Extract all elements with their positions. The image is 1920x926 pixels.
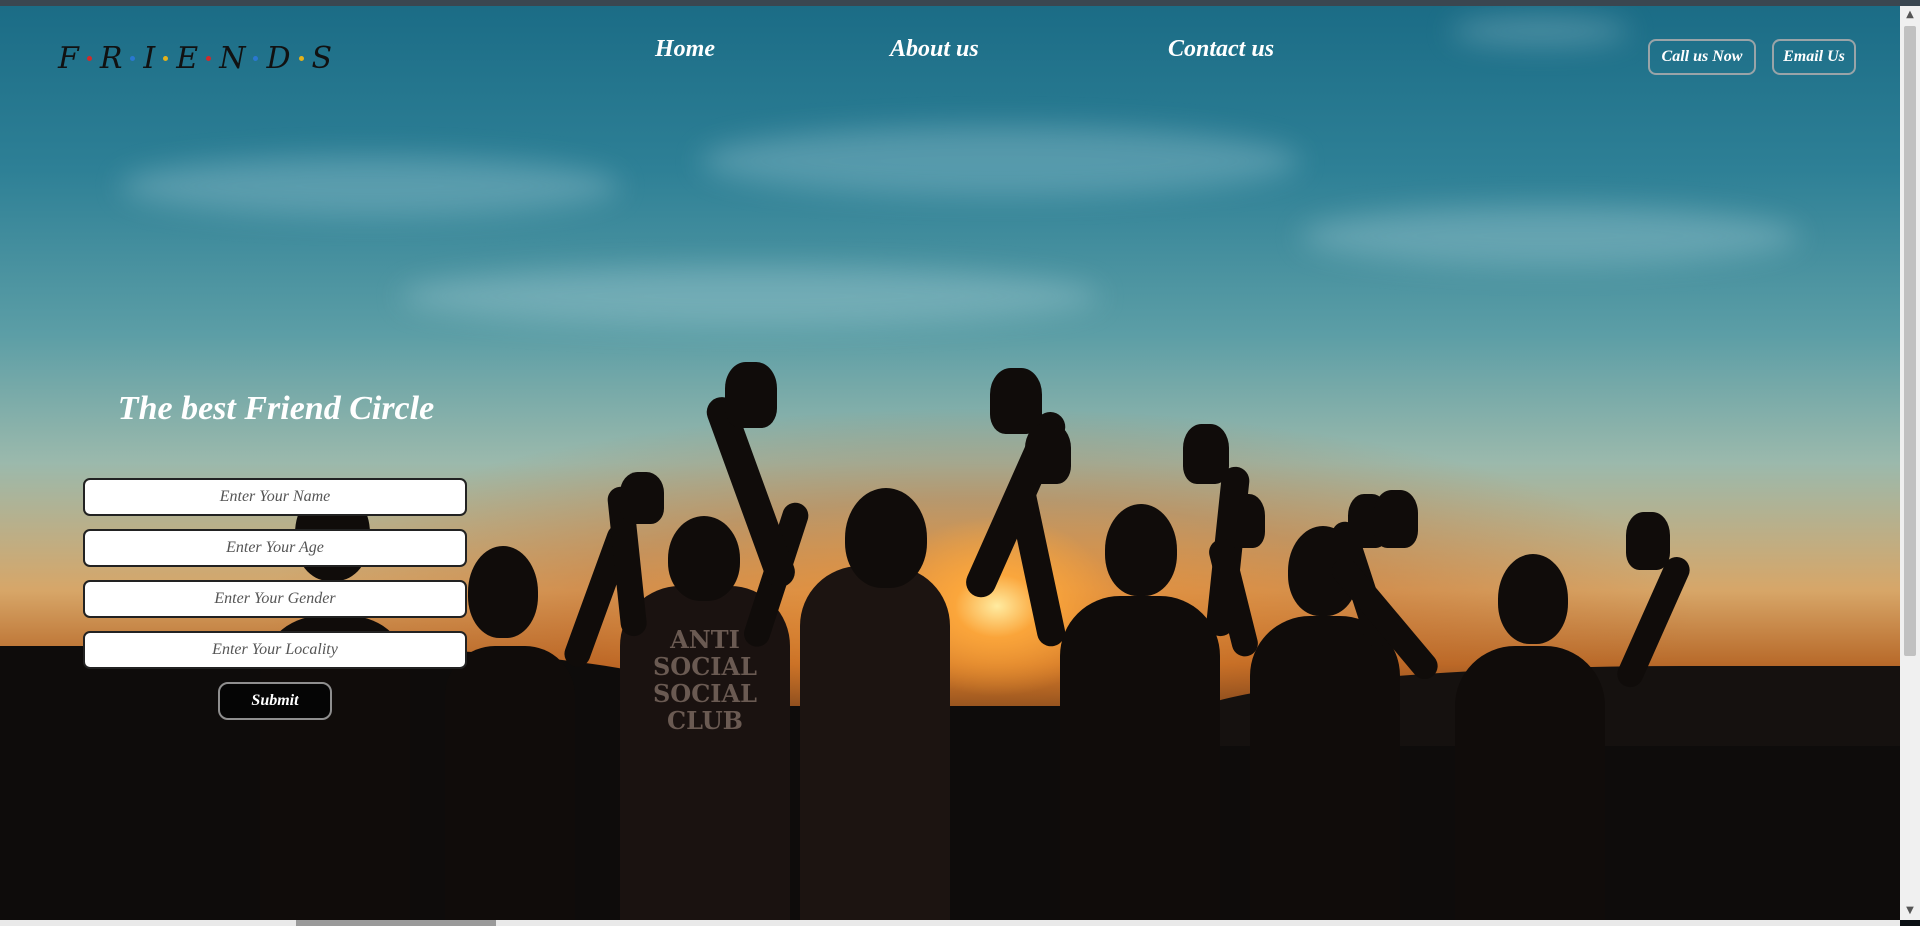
logo-letter: I bbox=[143, 40, 156, 76]
logo-dot bbox=[130, 55, 136, 61]
nav-contact-link[interactable]: Contact us bbox=[1168, 36, 1274, 63]
person-silhouette bbox=[1455, 646, 1605, 920]
person-silhouette bbox=[445, 646, 575, 920]
scrollbar-thumb[interactable] bbox=[1904, 26, 1916, 656]
person-silhouette bbox=[990, 368, 1042, 434]
triangle-up-icon[interactable]: ▲ bbox=[1904, 9, 1916, 21]
cloud bbox=[120, 156, 620, 216]
logo-letter: F bbox=[58, 40, 79, 76]
person-silhouette bbox=[620, 472, 664, 524]
person-silhouette bbox=[845, 488, 927, 588]
logo-dot bbox=[206, 55, 212, 61]
cloud bbox=[1450, 16, 1630, 46]
logo-dot bbox=[163, 55, 169, 61]
logo-letter: E bbox=[176, 40, 199, 76]
scrollbar-thumb[interactable] bbox=[296, 920, 496, 926]
submit-button[interactable]: Submit bbox=[218, 682, 332, 720]
cloud bbox=[1300, 206, 1800, 266]
nav-about-link[interactable]: About us bbox=[890, 36, 979, 63]
cloud bbox=[400, 266, 1100, 326]
email-us-button[interactable]: Email Us bbox=[1772, 39, 1856, 75]
triangle-down-icon[interactable]: ▼ bbox=[1904, 905, 1916, 917]
logo-letter: S bbox=[311, 40, 333, 76]
logo-letter: N bbox=[219, 40, 246, 76]
person-silhouette bbox=[668, 516, 740, 601]
hero-title: The best Friend Circle bbox=[117, 390, 435, 427]
person-silhouette bbox=[1225, 494, 1265, 548]
gender-input[interactable] bbox=[83, 580, 467, 618]
logo-dot bbox=[86, 55, 92, 61]
person-silhouette bbox=[1374, 490, 1418, 548]
logo-dot bbox=[253, 55, 259, 61]
logo-letter: D bbox=[266, 40, 291, 76]
nav-home-link[interactable]: Home bbox=[655, 36, 715, 63]
person-silhouette bbox=[1498, 554, 1568, 644]
person-silhouette bbox=[1105, 504, 1177, 596]
person-silhouette bbox=[725, 362, 777, 428]
age-input[interactable] bbox=[83, 529, 467, 567]
call-us-now-button[interactable]: Call us Now bbox=[1648, 39, 1756, 75]
shirt-print-text: ANTI SOCIAL SOCIAL CLUB bbox=[652, 625, 758, 735]
person-silhouette bbox=[1060, 596, 1220, 920]
person-silhouette bbox=[468, 546, 538, 638]
person-silhouette bbox=[1250, 616, 1400, 920]
logo-dot bbox=[298, 55, 304, 61]
locality-input[interactable] bbox=[83, 631, 467, 669]
horizontal-scrollbar[interactable] bbox=[0, 920, 1900, 926]
cloud bbox=[700, 126, 1300, 196]
person-silhouette bbox=[800, 566, 950, 920]
hero-background-image: ANTI SOCIAL SOCIAL CLUB bbox=[0, 6, 1900, 920]
logo-letter: R bbox=[99, 40, 123, 76]
person-silhouette bbox=[1183, 424, 1229, 484]
name-input[interactable] bbox=[83, 478, 467, 516]
person-silhouette bbox=[1626, 512, 1670, 570]
friends-logo[interactable]: F R I E N D S bbox=[58, 38, 332, 78]
person-silhouette bbox=[1025, 424, 1071, 484]
vertical-scrollbar[interactable]: ▲ ▼ bbox=[1900, 6, 1920, 920]
person-silhouette bbox=[1004, 476, 1068, 649]
